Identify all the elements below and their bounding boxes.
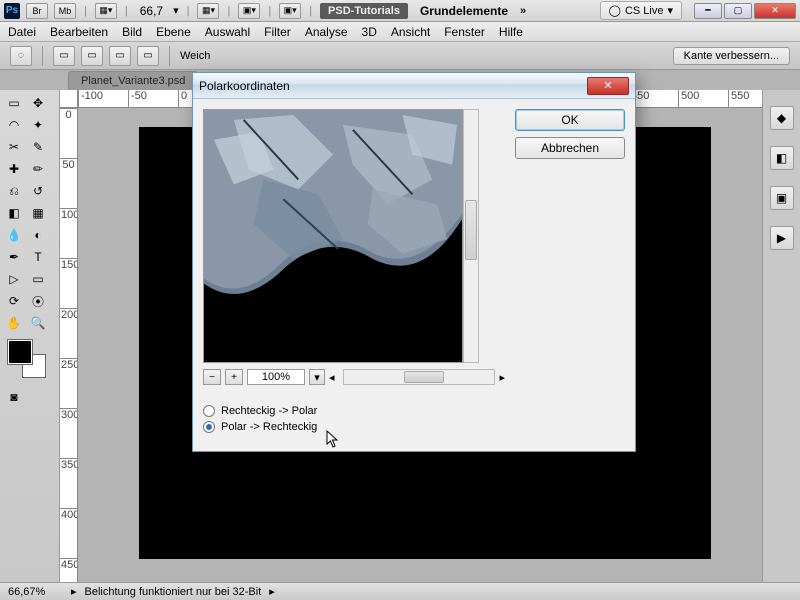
preview-vscroll[interactable] [463, 109, 479, 363]
radio-icon [203, 405, 215, 417]
zoom-value[interactable]: 100% [247, 369, 305, 385]
radio-rect-to-polar[interactable]: Rechteckig -> Polar [203, 405, 505, 417]
zoom-dropdown[interactable]: ▾ [309, 369, 325, 385]
filter-preview[interactable] [203, 109, 463, 363]
ok-button[interactable]: OK [515, 109, 625, 131]
dialog-title: Polarkoordinaten [199, 79, 587, 93]
scroll-right-icon[interactable]: ▸ [499, 371, 505, 384]
cancel-button[interactable]: Abbrechen [515, 137, 625, 159]
radio-icon [203, 421, 215, 433]
dialog-close-button[interactable]: ✕ [587, 77, 629, 95]
polar-coordinates-dialog: Polarkoordinaten ✕ [192, 72, 636, 452]
preview-hscroll[interactable] [343, 369, 496, 385]
dialog-titlebar[interactable]: Polarkoordinaten ✕ [193, 73, 635, 99]
zoom-in-button[interactable]: + [225, 369, 243, 385]
zoom-out-button[interactable]: − [203, 369, 221, 385]
scroll-left-icon[interactable]: ◂ [329, 371, 335, 384]
radio-polar-to-rect[interactable]: Polar -> Rechteckig [203, 421, 505, 433]
